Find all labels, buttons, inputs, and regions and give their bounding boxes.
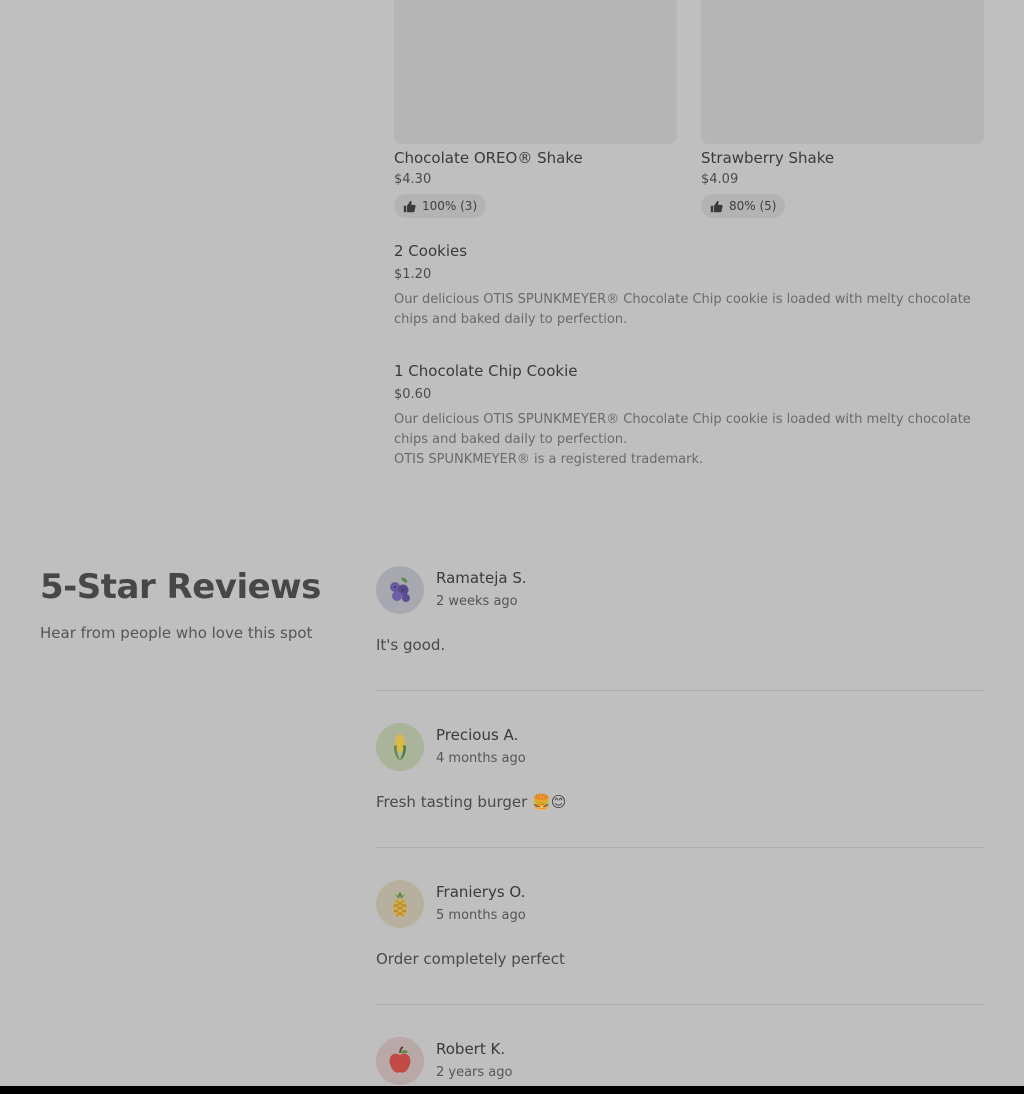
review-text: It's good. — [376, 636, 446, 654]
review-time: 5 months ago — [436, 908, 526, 923]
review-time: 2 years ago — [436, 1065, 513, 1080]
item-price: $0.60 — [394, 387, 432, 402]
corn-icon — [394, 734, 406, 760]
product-title: Chocolate OREO® Shake — [394, 149, 583, 167]
review-time: 4 months ago — [436, 751, 526, 766]
reviewer-name: Franierys O. — [436, 883, 526, 901]
menu-card-strawberry-shake[interactable]: Strawberry Shake $4.09 80% (5) — [701, 0, 984, 218]
blueberries-icon — [390, 577, 410, 602]
product-price: $4.09 — [701, 172, 739, 187]
product-price: $4.30 — [394, 172, 432, 187]
avatar — [376, 880, 424, 928]
menu-card-oreo-shake[interactable]: Chocolate OREO® Shake $4.30 100% (3) — [394, 0, 677, 218]
review-text: Order completely perfect — [376, 950, 565, 968]
reviewer-name: Precious A. — [436, 726, 519, 744]
item-title: 2 Cookies — [394, 242, 468, 260]
menu-item-1-cookie[interactable]: 1 Chocolate Chip Cookie $0.60 Our delici… — [394, 361, 984, 470]
avatar — [376, 1037, 424, 1085]
product-title: Strawberry Shake — [701, 149, 835, 167]
divider — [376, 690, 984, 691]
rating-badge: 100% (3) — [394, 194, 487, 218]
reviewer-name: Robert K. — [436, 1040, 506, 1058]
menu-item-2-cookies[interactable]: 2 Cookies $1.20 Our delicious OTIS SPUNK… — [394, 241, 984, 330]
apple-icon — [389, 1046, 411, 1073]
rating-value: 100% (3) — [422, 199, 478, 213]
product-image[interactable] — [701, 0, 984, 144]
thumbs-up-icon — [403, 200, 416, 212]
item-trademark-note: OTIS SPUNKMEYER® is a registered tradema… — [394, 452, 704, 467]
reviewer-name: Ramateja S. — [436, 569, 527, 587]
reviews-subheading: Hear from people who love this spot — [40, 624, 313, 642]
rating-badge: 80% (5) — [701, 194, 786, 218]
item-description: Our delicious OTIS SPUNKMEYER® Chocolate… — [394, 412, 971, 447]
pineapple-icon — [393, 891, 407, 917]
rating-value: 80% (5) — [729, 199, 777, 213]
item-title: 1 Chocolate Chip Cookie — [394, 362, 578, 380]
item-price: $1.20 — [394, 267, 432, 282]
product-image[interactable] — [394, 0, 677, 144]
review-time: 2 weeks ago — [436, 594, 518, 609]
thumbs-up-icon — [710, 200, 723, 212]
item-description: Our delicious OTIS SPUNKMEYER® Chocolate… — [394, 292, 971, 327]
review-text: Fresh tasting burger 🍔😊 — [376, 793, 567, 811]
divider — [376, 1004, 984, 1005]
page: Chocolate OREO® Shake $4.30 100% (3) Str… — [0, 0, 1024, 1086]
bottom-edge — [0, 1086, 1024, 1094]
avatar — [376, 723, 424, 771]
divider — [376, 847, 984, 848]
reviews-heading: 5-Star Reviews — [40, 567, 321, 607]
avatar — [376, 566, 424, 614]
